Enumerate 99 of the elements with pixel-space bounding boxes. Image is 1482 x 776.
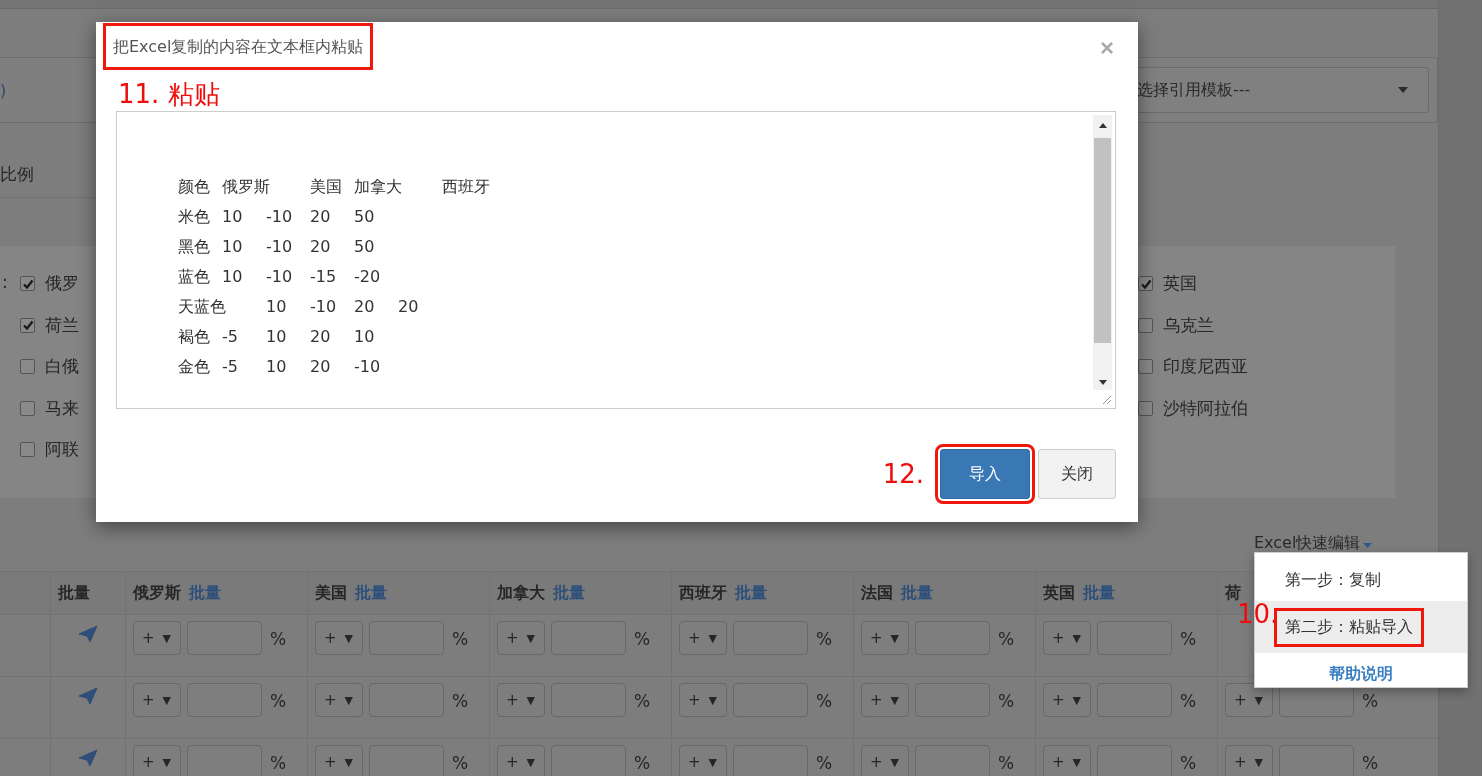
percent-unit: % xyxy=(998,753,1015,773)
percent-unit: % xyxy=(452,691,469,711)
sign-select[interactable]: + ▼ xyxy=(1225,683,1273,717)
sign-select[interactable]: + ▼ xyxy=(133,621,181,655)
sign-select[interactable]: + ▼ xyxy=(497,683,545,717)
checkbox-label: 印度尼西亚 xyxy=(1163,355,1248,378)
percent-unit: % xyxy=(634,629,651,649)
sign-select[interactable]: + ▼ xyxy=(679,683,727,717)
percent-unit: % xyxy=(634,753,651,773)
sign-select[interactable]: + ▼ xyxy=(315,621,363,655)
close-button[interactable]: × xyxy=(1098,34,1116,62)
scrollbar[interactable] xyxy=(1093,115,1112,390)
sign-select[interactable]: + ▼ xyxy=(315,683,363,717)
sign-select[interactable]: + ▼ xyxy=(1225,745,1273,776)
checkbox-label: 沙特阿拉伯 xyxy=(1163,396,1248,420)
percent-unit: % xyxy=(1180,691,1197,711)
percent-unit: % xyxy=(998,691,1015,711)
text-line: 蓝色 10 -10 -15 -20 xyxy=(178,266,382,288)
column-header: 加拿大 xyxy=(497,582,545,604)
checkbox[interactable] xyxy=(20,276,35,291)
checkbox-label: 乌克兰 xyxy=(1163,313,1214,337)
checkbox-label: 阿联 xyxy=(45,438,79,461)
caret-icon xyxy=(1363,543,1373,548)
paste-textarea[interactable]: 颜色 俄罗斯 美国 加拿大 西班牙 米色 10 -10 20 50 黑色 10 -10 20 50 蓝色 10 -10 -15 -20 天蓝色 10 -10 20 20 褐色 -5 10 20 10 金色 -5 10 20 -10 xyxy=(116,111,1116,409)
sign-select[interactable]: + ▼ xyxy=(861,745,909,776)
batch-link[interactable]: 批量 xyxy=(735,582,767,604)
batch-link[interactable]: 批量 xyxy=(553,582,585,604)
column-header: 英国 xyxy=(1043,582,1075,604)
text-line: 颜色 俄罗斯 美国 加拿大 西班牙 xyxy=(178,176,491,198)
batch-link[interactable]: 批量 xyxy=(355,582,387,604)
batch-link[interactable]: 批量 xyxy=(189,582,221,604)
text-line: 天蓝色 10 -10 20 20 xyxy=(178,296,420,318)
column-header: 俄罗斯 xyxy=(133,582,181,604)
text-line: 金色 -5 10 20 -10 xyxy=(178,356,382,378)
checkbox[interactable] xyxy=(20,359,35,374)
sign-select[interactable]: + ▼ xyxy=(315,745,363,776)
sign-select[interactable]: + ▼ xyxy=(679,621,727,655)
menu-item[interactable]: 第一步：复制 xyxy=(1277,563,1389,597)
sign-select[interactable]: + ▼ xyxy=(1043,683,1091,717)
paper-plane-icon[interactable] xyxy=(78,749,98,767)
sign-select[interactable]: + ▼ xyxy=(861,621,909,655)
step-annotation: 12. xyxy=(882,459,924,489)
batch-link[interactable]: 批量 xyxy=(901,582,933,604)
text-line: 黑色 10 -10 20 50 xyxy=(178,236,376,258)
paper-plane-icon[interactable] xyxy=(78,687,98,705)
sign-select[interactable]: + ▼ xyxy=(861,683,909,717)
checkbox[interactable] xyxy=(1138,400,1153,416)
column-header: 美国 xyxy=(315,582,347,604)
checkbox-label: 荷兰 xyxy=(45,313,79,337)
checkbox-label: 白俄 xyxy=(45,355,79,378)
checkbox[interactable] xyxy=(20,400,35,416)
step-annotation: 11. 粘贴 xyxy=(118,78,220,111)
sign-select[interactable]: + ▼ xyxy=(133,683,181,717)
ratio-label: 比例 xyxy=(0,162,34,186)
label-fragment: ) xyxy=(0,80,7,100)
sign-select[interactable]: + ▼ xyxy=(679,745,727,776)
column-header: 批量 xyxy=(58,582,90,604)
percent-unit: % xyxy=(452,629,469,649)
percent-unit: % xyxy=(634,691,651,711)
checkbox-label: 英国 xyxy=(1163,272,1197,295)
sign-select[interactable]: + ▼ xyxy=(1043,621,1091,655)
checkbox[interactable] xyxy=(1138,317,1153,333)
percent-unit: % xyxy=(452,753,469,773)
checkbox-label: 俄罗 xyxy=(45,272,79,295)
menu-item[interactable]: 帮助说明 xyxy=(1321,657,1401,691)
percent-unit: % xyxy=(1362,753,1379,773)
paper-plane-icon[interactable] xyxy=(78,625,98,643)
text-line: 褐色 -5 10 20 10 xyxy=(178,326,376,348)
column-header: 西班牙 xyxy=(679,582,727,604)
percent-unit: % xyxy=(1180,753,1197,773)
column-header: 荷 xyxy=(1225,582,1241,603)
scroll-down-icon[interactable] xyxy=(1098,380,1107,385)
percent-unit: % xyxy=(270,691,287,711)
batch-link[interactable]: 批量 xyxy=(1083,582,1115,604)
percent-unit: % xyxy=(816,691,833,711)
sign-select[interactable]: + ▼ xyxy=(497,621,545,655)
colon: : xyxy=(1,272,9,292)
caret-icon xyxy=(1398,87,1408,93)
close-dialog-button[interactable]: 关闭 xyxy=(1038,449,1116,499)
checkbox-label: 马来 xyxy=(45,396,79,420)
percent-unit: % xyxy=(816,753,833,773)
percent-unit: % xyxy=(1362,691,1379,711)
dialog-title: 把Excel复制的内容在文本框内粘贴 xyxy=(103,23,374,70)
percent-unit: % xyxy=(1180,629,1197,649)
percent-unit: % xyxy=(270,753,287,773)
sign-select[interactable]: + ▼ xyxy=(133,745,181,776)
resize-grip-icon[interactable] xyxy=(1101,394,1111,404)
checkbox[interactable] xyxy=(1138,359,1153,374)
checkbox[interactable] xyxy=(1138,276,1153,291)
column-header: 法国 xyxy=(861,582,893,604)
excel-edit-link[interactable]: Excel快速编辑 xyxy=(1254,533,1361,554)
text-line: 米色 10 -10 20 50 xyxy=(178,206,376,228)
percent-unit: % xyxy=(998,629,1015,649)
percent-unit: % xyxy=(816,629,833,649)
checkbox[interactable] xyxy=(20,442,35,457)
sign-select[interactable]: + ▼ xyxy=(497,745,545,776)
percent-unit: % xyxy=(270,629,287,649)
sign-select[interactable]: + ▼ xyxy=(1043,745,1091,776)
checkbox[interactable] xyxy=(20,317,35,333)
